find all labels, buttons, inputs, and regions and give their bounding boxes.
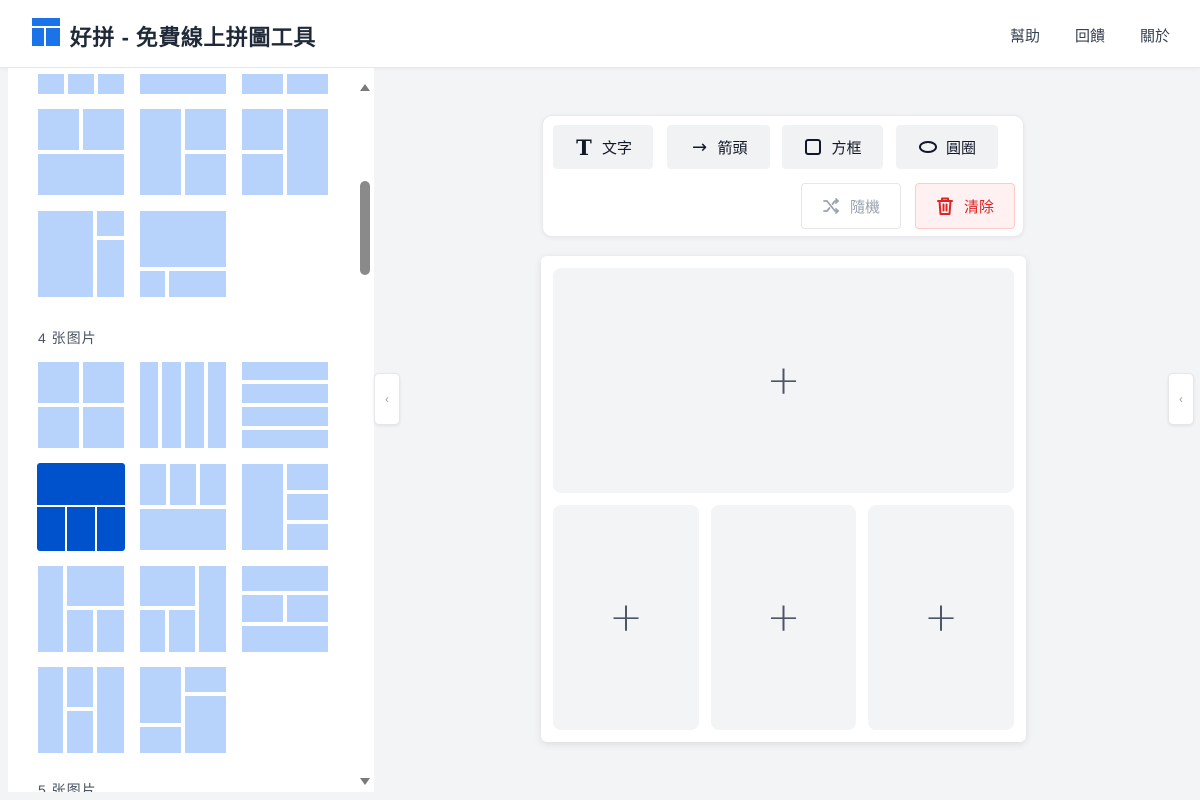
scroll-down-arrow-icon[interactable] bbox=[360, 778, 370, 785]
layout-option[interactable] bbox=[38, 362, 124, 448]
image-slot-top[interactable]: + bbox=[553, 268, 1014, 493]
square-icon bbox=[803, 137, 823, 157]
section-label-4-images: 4 张图片 bbox=[38, 330, 97, 346]
add-box-label: 方框 bbox=[831, 139, 862, 157]
collapse-left-panel-button[interactable]: ‹ bbox=[374, 373, 400, 425]
add-image-icon: + bbox=[766, 357, 801, 404]
add-circle-button[interactable]: 圓圈 bbox=[896, 125, 998, 169]
add-image-icon: + bbox=[766, 594, 801, 641]
nav-about-link[interactable]: 關於 bbox=[1140, 25, 1170, 46]
layout-option[interactable] bbox=[140, 667, 226, 753]
layout-sidebar: 4 张图片 5 张图片 bbox=[8, 68, 374, 792]
layout-option[interactable] bbox=[242, 464, 328, 550]
add-image-icon: + bbox=[924, 594, 958, 641]
layout-option[interactable] bbox=[242, 68, 328, 94]
add-text-label: 文字 bbox=[601, 139, 632, 157]
grid-layout-icon[interactable] bbox=[32, 18, 60, 46]
add-box-button[interactable]: 方框 bbox=[782, 125, 883, 169]
collage-canvas: + + + + bbox=[541, 256, 1026, 742]
add-text-button[interactable]: T 文字 bbox=[553, 125, 653, 169]
shuffle-icon bbox=[822, 197, 840, 215]
random-layout-button[interactable]: 隨機 bbox=[801, 183, 901, 229]
nav-help-link[interactable]: 幫助 bbox=[1010, 25, 1040, 46]
layout-option[interactable] bbox=[140, 464, 226, 550]
layout-option[interactable] bbox=[38, 68, 124, 94]
layout-option[interactable] bbox=[242, 362, 328, 448]
layout-option[interactable] bbox=[38, 211, 124, 297]
app-header: 好拼 - 免費線上拼圖工具 幫助 回饋 關於 bbox=[0, 0, 1200, 68]
layout-option[interactable] bbox=[38, 109, 124, 195]
section-label-5-images: 5 张图片 bbox=[38, 782, 97, 792]
layout-option[interactable] bbox=[242, 566, 328, 652]
chevron-left-icon: ‹ bbox=[385, 392, 389, 406]
scrollbar-thumb[interactable] bbox=[360, 181, 370, 275]
image-slot-bottom-right[interactable]: + bbox=[868, 505, 1014, 730]
image-slot-bottom-middle[interactable]: + bbox=[711, 505, 856, 730]
layout-option[interactable] bbox=[38, 566, 124, 652]
nav-feedback-link[interactable]: 回饋 bbox=[1075, 25, 1105, 46]
layout-option[interactable] bbox=[140, 566, 226, 652]
sidebar-scrollbar[interactable] bbox=[358, 76, 372, 788]
layout-option[interactable] bbox=[140, 109, 226, 195]
app-title: 好拼 - 免費線上拼圖工具 bbox=[70, 25, 317, 50]
random-label: 隨機 bbox=[849, 198, 880, 216]
add-arrow-label: 箭頭 bbox=[717, 139, 748, 157]
layout-option[interactable] bbox=[140, 362, 226, 448]
clear-label: 清除 bbox=[963, 198, 994, 216]
chevron-left-icon: ‹ bbox=[1179, 392, 1183, 406]
trash-icon bbox=[936, 196, 954, 216]
expand-right-panel-button[interactable]: ‹ bbox=[1168, 373, 1194, 425]
drawing-toolbar: T 文字 → 箭頭 方框 圓圈 隨機 清除 bbox=[542, 115, 1024, 237]
add-circle-label: 圓圈 bbox=[945, 139, 976, 157]
text-icon: T bbox=[576, 134, 592, 160]
image-slot-bottom-left[interactable]: + bbox=[553, 505, 699, 730]
layout-option[interactable] bbox=[38, 667, 124, 753]
scroll-up-arrow-icon[interactable] bbox=[360, 84, 370, 91]
arrow-right-icon: → bbox=[691, 136, 708, 158]
layout-option[interactable] bbox=[140, 68, 226, 94]
layout-option[interactable] bbox=[140, 211, 226, 297]
clear-button[interactable]: 清除 bbox=[915, 183, 1015, 229]
ellipse-icon bbox=[918, 137, 938, 157]
add-arrow-button[interactable]: → 箭頭 bbox=[667, 125, 770, 169]
layout-option[interactable] bbox=[242, 109, 328, 195]
layout-option-selected[interactable] bbox=[37, 463, 125, 551]
add-image-icon: + bbox=[609, 594, 643, 641]
